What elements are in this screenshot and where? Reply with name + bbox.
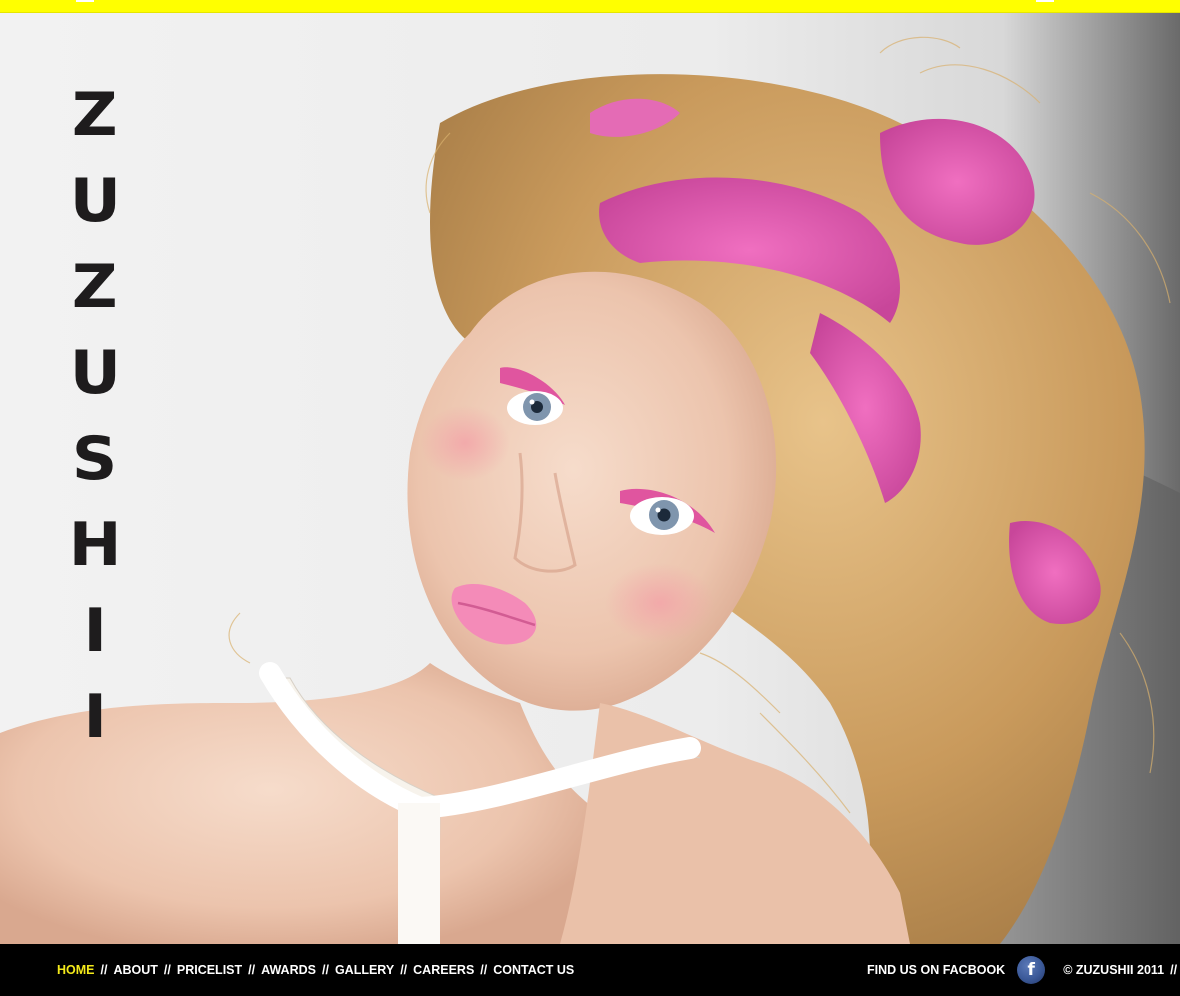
main-nav: HOME // ABOUT // PRICELIST // AWARDS // …: [57, 944, 574, 996]
page: Z U Z U S H I I HOME // ABOUT // PRICELI…: [0, 0, 1180, 996]
nav-link-contact-us[interactable]: CONTACT US: [493, 963, 574, 977]
top-bar-notch: [1036, 0, 1054, 2]
facebook-icon-glyph: f: [1027, 960, 1035, 980]
hero-photo: [0, 13, 1180, 944]
copyright-text: © ZUZUSHII 2011: [1063, 963, 1165, 977]
facebook-icon[interactable]: f: [1017, 956, 1046, 984]
nav-link-home[interactable]: HOME: [57, 963, 95, 977]
nav-link-gallery[interactable]: GALLERY: [335, 963, 394, 977]
nav-separator: //: [100, 963, 108, 977]
nav-link-careers[interactable]: CAREERS: [413, 963, 474, 977]
nav-separator: //: [480, 963, 488, 977]
facebook-link-label[interactable]: FIND US ON FACBOOK: [867, 963, 1005, 977]
footer-right: FIND US ON FACBOOK f © ZUZUSHII 2011 // …: [867, 944, 1180, 996]
nav-separator: //: [248, 963, 256, 977]
top-accent-bar: [0, 0, 1180, 13]
nav-link-about[interactable]: ABOUT: [113, 963, 157, 977]
footer-separator: //: [1170, 963, 1178, 977]
top-bar-notch: [76, 0, 94, 2]
hero-photo-illustration: [0, 13, 1180, 944]
nav-separator: //: [400, 963, 408, 977]
footer-bar: HOME // ABOUT // PRICELIST // AWARDS // …: [0, 944, 1180, 996]
logo-letter: I: [83, 596, 107, 666]
site-logo-vertical[interactable]: Z U Z U S H I I: [60, 72, 130, 760]
logo-letter: Z: [72, 252, 118, 322]
logo-letter: S: [72, 424, 118, 494]
logo-letter: Z: [72, 80, 118, 150]
nav-link-awards[interactable]: AWARDS: [261, 963, 316, 977]
logo-letter: U: [69, 338, 121, 408]
nav-separator: //: [321, 963, 329, 977]
logo-letter: I: [83, 682, 107, 752]
nav-link-pricelist[interactable]: PRICELIST: [177, 963, 242, 977]
logo-letter: H: [68, 510, 122, 580]
logo-letter: U: [69, 166, 121, 236]
nav-separator: //: [163, 963, 171, 977]
